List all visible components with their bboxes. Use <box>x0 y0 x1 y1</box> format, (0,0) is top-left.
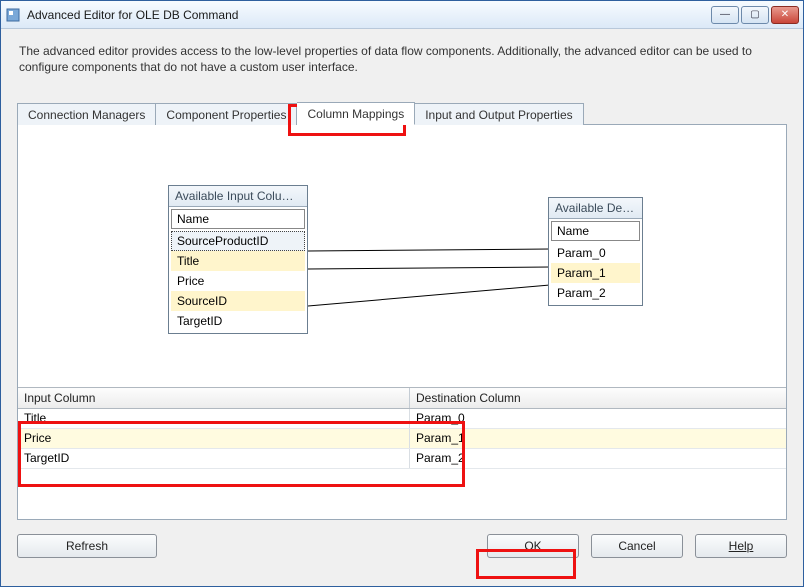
grid-cell-input[interactable]: TargetID <box>18 449 410 468</box>
available-input-columns-panel[interactable]: Available Input Colu… Name SourceProduct… <box>168 185 308 334</box>
input-item[interactable]: TargetID <box>171 311 305 331</box>
tab-connection-managers[interactable]: Connection Managers <box>17 103 156 125</box>
input-panel-list: Name SourceProductID Title Price SourceI… <box>169 207 307 333</box>
tab-column-mappings[interactable]: Column Mappings <box>297 102 415 125</box>
refresh-button[interactable]: Refresh <box>17 534 157 558</box>
dest-item[interactable]: Param_1 <box>551 263 640 283</box>
window-title: Advanced Editor for OLE DB Command <box>27 8 711 22</box>
input-item[interactable]: Price <box>171 271 305 291</box>
cancel-button[interactable]: Cancel <box>591 534 683 558</box>
app-icon <box>5 7 21 23</box>
dest-panel-title: Available De… <box>549 198 642 219</box>
grid-cell-input[interactable]: Price <box>18 429 410 448</box>
tabstrip: Connection Managers Component Properties… <box>17 101 787 125</box>
button-bar: Refresh OK Cancel Help <box>1 520 803 572</box>
available-destination-columns-panel[interactable]: Available De… Name Param_0 Param_1 Param… <box>548 197 643 306</box>
window-buttons: — ▢ ✕ <box>711 6 799 24</box>
dest-item[interactable]: Param_2 <box>551 283 640 303</box>
grid-row[interactable]: TargetID Param_2 <box>18 449 786 469</box>
help-button[interactable]: Help <box>695 534 787 558</box>
close-button[interactable]: ✕ <box>771 6 799 24</box>
mapping-grid-header[interactable]: Input Column Destination Column <box>18 387 786 409</box>
input-item[interactable]: SourceID <box>171 291 305 311</box>
minimize-button[interactable]: — <box>711 6 739 24</box>
grid-cell-dest[interactable]: Param_1 <box>410 429 786 448</box>
tab-content: Available Input Colu… Name SourceProduct… <box>17 125 787 520</box>
grid-cell-input[interactable]: Title <box>18 409 410 428</box>
input-item[interactable]: Title <box>171 251 305 271</box>
grid-row[interactable]: Price Param_1 <box>18 429 786 449</box>
mapping-canvas: Available Input Colu… Name SourceProduct… <box>18 125 786 377</box>
tab-input-output-properties[interactable]: Input and Output Properties <box>415 103 583 125</box>
help-label: Help <box>729 539 754 553</box>
maximize-button[interactable]: ▢ <box>741 6 769 24</box>
mapping-connectors <box>18 125 786 377</box>
grid-header-input[interactable]: Input Column <box>18 388 410 408</box>
grid-row[interactable]: Title Param_0 <box>18 409 786 429</box>
grid-cell-dest[interactable]: Param_2 <box>410 449 786 468</box>
ok-button[interactable]: OK <box>487 534 579 558</box>
editor-description: The advanced editor provides access to t… <box>1 29 803 83</box>
titlebar[interactable]: Advanced Editor for OLE DB Command — ▢ ✕ <box>1 1 803 29</box>
input-col-header[interactable]: Name <box>171 209 305 229</box>
tab-component-properties[interactable]: Component Properties <box>156 103 297 125</box>
dest-col-header[interactable]: Name <box>551 221 640 241</box>
grid-header-dest[interactable]: Destination Column <box>410 388 786 408</box>
dest-panel-list: Name Param_0 Param_1 Param_2 <box>549 219 642 305</box>
advanced-editor-window: Advanced Editor for OLE DB Command — ▢ ✕… <box>0 0 804 587</box>
dest-item[interactable]: Param_0 <box>551 243 640 263</box>
input-item[interactable]: SourceProductID <box>171 231 305 251</box>
grid-cell-dest[interactable]: Param_0 <box>410 409 786 428</box>
input-panel-title: Available Input Colu… <box>169 186 307 207</box>
